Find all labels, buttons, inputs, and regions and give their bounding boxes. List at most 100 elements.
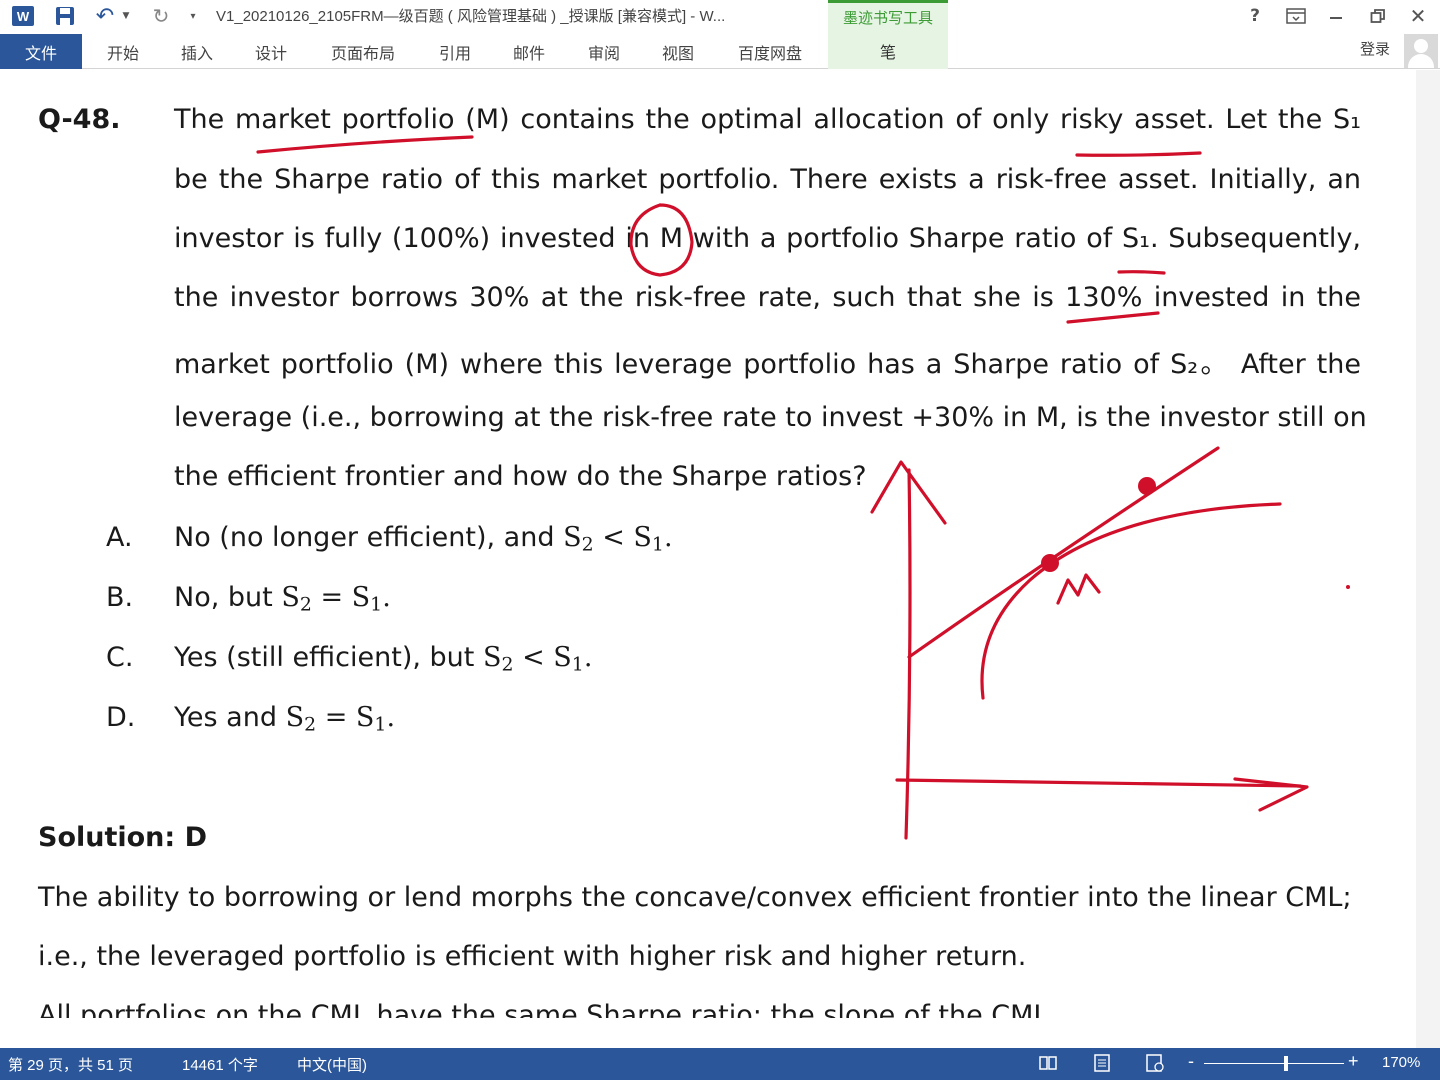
ink-cml-line: [907, 446, 1220, 659]
sign-in-link[interactable]: 登录: [1360, 38, 1390, 59]
word-icon[interactable]: W: [10, 3, 36, 29]
vertical-scrollbar[interactable]: [1416, 70, 1440, 1048]
question-number: Q-48.: [38, 104, 121, 135]
question-line-4: the investor borrows 30% at the risk-fre…: [174, 282, 1361, 313]
option-a-end: .: [663, 522, 673, 553]
tab-baidu-netdisk[interactable]: 百度网盘: [726, 34, 814, 69]
solution-line-1: The ability to borrowing or lend morphs …: [38, 882, 1352, 913]
read-mode-icon[interactable]: [1036, 1052, 1060, 1074]
option-c-letter: C.: [106, 642, 134, 673]
question-line-6: leverage (i.e., borrowing at the risk-fr…: [174, 402, 1367, 433]
zoom-level[interactable]: 170%: [1382, 1054, 1420, 1071]
ink-x-arrowhead: [1233, 777, 1309, 812]
option-c-lhs-sub: 2: [501, 653, 514, 676]
page-count[interactable]: 第 29 页，共 51 页: [8, 1054, 133, 1075]
tab-review[interactable]: 审阅: [575, 34, 633, 69]
question-line-5: market portfolio (M) where this leverage…: [174, 349, 1361, 380]
tab-insert[interactable]: 插入: [168, 34, 226, 69]
ink-underline-risky-asset: [1075, 151, 1202, 157]
ink-m-label: [1056, 573, 1101, 605]
zoom-slider[interactable]: [1204, 1063, 1344, 1064]
question-line-7: the efficient frontier and how do the Sh…: [174, 461, 867, 492]
solution-title: Solution: D: [38, 822, 208, 853]
zoom-in-button[interactable]: +: [1348, 1051, 1359, 1072]
question-line-1: The market portfolio (M) contains the op…: [174, 104, 1361, 135]
redo-icon[interactable]: ↻: [148, 3, 174, 29]
avatar[interactable]: [1404, 34, 1438, 68]
tab-page-layout[interactable]: 页面布局: [318, 34, 408, 69]
option-b-end: .: [382, 582, 391, 613]
option-c-lhs: S: [482, 642, 502, 673]
undo-icon[interactable]: ↶: [92, 3, 118, 29]
word-count[interactable]: 14461 个字: [182, 1054, 258, 1075]
language-indicator[interactable]: 中文(中国): [297, 1054, 367, 1075]
option-c-prefix: Yes (still efficient), but: [174, 642, 475, 673]
option-c-text: Yes (still efficient), but S2 < S1.: [174, 642, 592, 676]
option-c-rhs: S: [553, 642, 572, 673]
tab-home[interactable]: 开始: [94, 34, 152, 69]
ink-tools-context-label: 墨迹书写工具: [828, 0, 948, 32]
minimize-button[interactable]: [1321, 4, 1351, 28]
option-b-lhs-sub: 2: [299, 593, 312, 616]
print-layout-icon[interactable]: [1090, 1052, 1114, 1074]
option-a-prefix: No (no longer efficient), and: [174, 522, 555, 553]
tab-file[interactable]: 文件: [0, 34, 82, 69]
solution-line-3: All portfolios on the CML have the same …: [38, 1000, 1049, 1018]
ink-y-axis: [904, 468, 912, 840]
option-a-rhs: S: [633, 522, 652, 553]
tab-pen[interactable]: 笔: [828, 32, 948, 69]
option-c-operator: <: [522, 642, 545, 673]
save-icon[interactable]: [52, 3, 78, 29]
option-d-lhs-sub: 2: [304, 713, 317, 736]
option-d-text: Yes and S2 = S1.: [174, 702, 395, 736]
zoom-out-button[interactable]: -: [1188, 1051, 1194, 1072]
option-a-math: S2 < S1.: [563, 522, 673, 556]
avatar-head: [1414, 39, 1428, 53]
word-logo: W: [12, 6, 34, 26]
option-c-end: .: [583, 642, 593, 673]
web-layout-icon[interactable]: [1143, 1052, 1167, 1074]
option-a-lhs-sub: 2: [581, 533, 594, 556]
tab-references[interactable]: 引用: [426, 34, 484, 69]
option-b-text: No, but S2 = S1.: [174, 582, 391, 616]
ink-points: [1041, 477, 1350, 589]
ribbon-display-options-button[interactable]: [1281, 4, 1311, 28]
option-a-text: No (no longer efficient), and S2 < S1.: [174, 522, 673, 556]
ink-x-axis: [895, 778, 1302, 788]
option-d-end: .: [386, 702, 396, 733]
option-a-lhs: S: [563, 522, 582, 553]
ink-underline-market-portfolio: [256, 135, 474, 154]
solution-line-2: i.e., the leveraged portfolio is efficie…: [38, 941, 1027, 972]
option-a-letter: A.: [106, 522, 133, 553]
ink-overline-130: [1117, 270, 1166, 275]
option-c-rhs-sub: 1: [571, 653, 584, 676]
avatar-body: [1408, 54, 1434, 68]
option-b-operator: =: [320, 582, 344, 613]
help-button[interactable]: ?: [1240, 4, 1270, 28]
tab-design[interactable]: 设计: [242, 34, 300, 69]
tab-view[interactable]: 视图: [649, 34, 707, 69]
option-d-prefix: Yes and: [174, 702, 277, 733]
zoom-slider-thumb[interactable]: [1284, 1056, 1288, 1071]
ink-point-leveraged: [1138, 477, 1156, 495]
customize-qat-icon[interactable]: ▾: [186, 3, 200, 29]
document-title: V1_20210126_2105FRM—级百题 ( 风险管理基础 ) _授课版 …: [216, 8, 726, 25]
restore-button[interactable]: [1363, 4, 1393, 28]
undo-dropdown-icon[interactable]: ▼: [120, 3, 132, 29]
status-bar: 第 29 页，共 51 页 14461 个字 中文(中国) - + 170%: [0, 1048, 1440, 1080]
option-b-letter: B.: [106, 582, 134, 613]
title-bar: W ↶ ▼ ↻ ▾ V1_20210126_2105FRM—级百题 ( 风险管理…: [0, 0, 1440, 32]
ink-stray-dot: [1346, 585, 1350, 589]
document-page[interactable]: Q-48. The market portfolio (M) contains …: [0, 70, 1416, 1018]
option-b-rhs-sub: 1: [370, 593, 383, 616]
option-b-lhs: S: [281, 582, 300, 613]
tab-mailings[interactable]: 邮件: [500, 34, 558, 69]
option-d-rhs: S: [355, 702, 375, 733]
option-b-rhs: S: [351, 582, 371, 613]
option-d-rhs-sub: 1: [374, 713, 387, 736]
option-d-lhs: S: [285, 702, 305, 733]
ink-y-arrowhead: [870, 460, 947, 525]
option-d-operator: =: [324, 702, 348, 733]
close-button[interactable]: ✕: [1403, 4, 1433, 28]
option-c-math: S2 < S1.: [482, 642, 593, 676]
